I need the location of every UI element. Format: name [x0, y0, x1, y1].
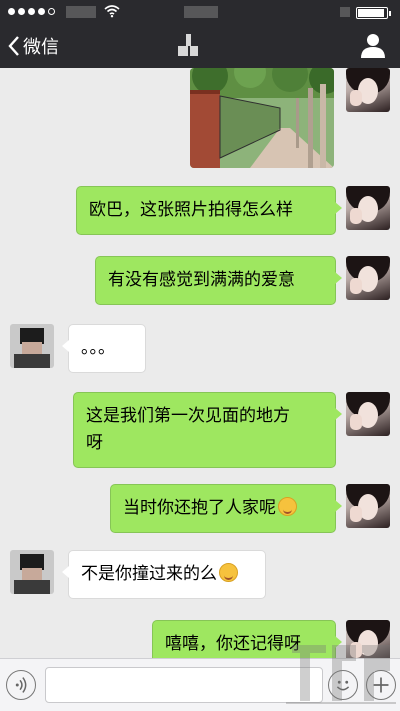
contact-profile-icon[interactable] [360, 32, 386, 58]
smile-emoji-icon [278, 497, 297, 516]
my-message-bubble[interactable]: 嘻嘻，你还记得呀 [152, 620, 336, 658]
emoji-icon[interactable] [328, 670, 358, 700]
status-bar [0, 0, 400, 24]
tree-lined-path-photo [190, 68, 334, 168]
my-avatar[interactable] [346, 484, 390, 528]
status-icon [340, 7, 350, 17]
signal-dots-icon [8, 8, 55, 15]
plus-icon[interactable] [366, 670, 396, 700]
wifi-icon [104, 4, 120, 18]
my-avatar[interactable] [346, 68, 390, 112]
their-message-bubble[interactable]: 。。。 [68, 324, 146, 373]
my-message-bubble[interactable]: 这是我们第一次见面的地方 呀 [73, 392, 336, 468]
my-message-bubble[interactable]: 有没有感觉到满满的爱意 [95, 256, 336, 305]
back-button[interactable]: 微信 [8, 24, 59, 68]
voice-icon[interactable] [6, 670, 36, 700]
my-avatar[interactable] [346, 186, 390, 230]
message-text: 当时你还抱了人家呢 [123, 498, 276, 518]
back-label: 微信 [23, 33, 59, 59]
my-message-bubble[interactable]: 欧巴，这张照片拍得怎么样 [76, 186, 336, 235]
top-bar: 微信 [0, 0, 400, 68]
clock [184, 6, 218, 18]
chat-title [178, 34, 198, 56]
chevron-left-icon [8, 35, 20, 57]
nav-bar: 微信 [0, 24, 400, 68]
carrier-name [66, 6, 96, 18]
my-avatar[interactable] [346, 620, 390, 658]
image-message[interactable] [190, 68, 334, 168]
grin-emoji-icon [219, 563, 238, 582]
chat-area[interactable]: 欧巴，这张照片拍得怎么样 有没有感觉到满满的爱意 。。。 这是我们第一次见面的地… [0, 68, 400, 658]
message-text: 不是你撞过来的么 [81, 564, 217, 584]
message-input[interactable] [45, 667, 323, 703]
input-bar [0, 658, 400, 711]
my-avatar[interactable] [346, 256, 390, 300]
contact-avatar[interactable] [10, 550, 54, 594]
my-avatar[interactable] [346, 392, 390, 436]
contact-avatar[interactable] [10, 324, 54, 368]
their-message-bubble[interactable]: 不是你撞过来的么 [68, 550, 266, 599]
battery-icon [356, 7, 388, 19]
my-message-bubble[interactable]: 当时你还抱了人家呢 [110, 484, 336, 533]
